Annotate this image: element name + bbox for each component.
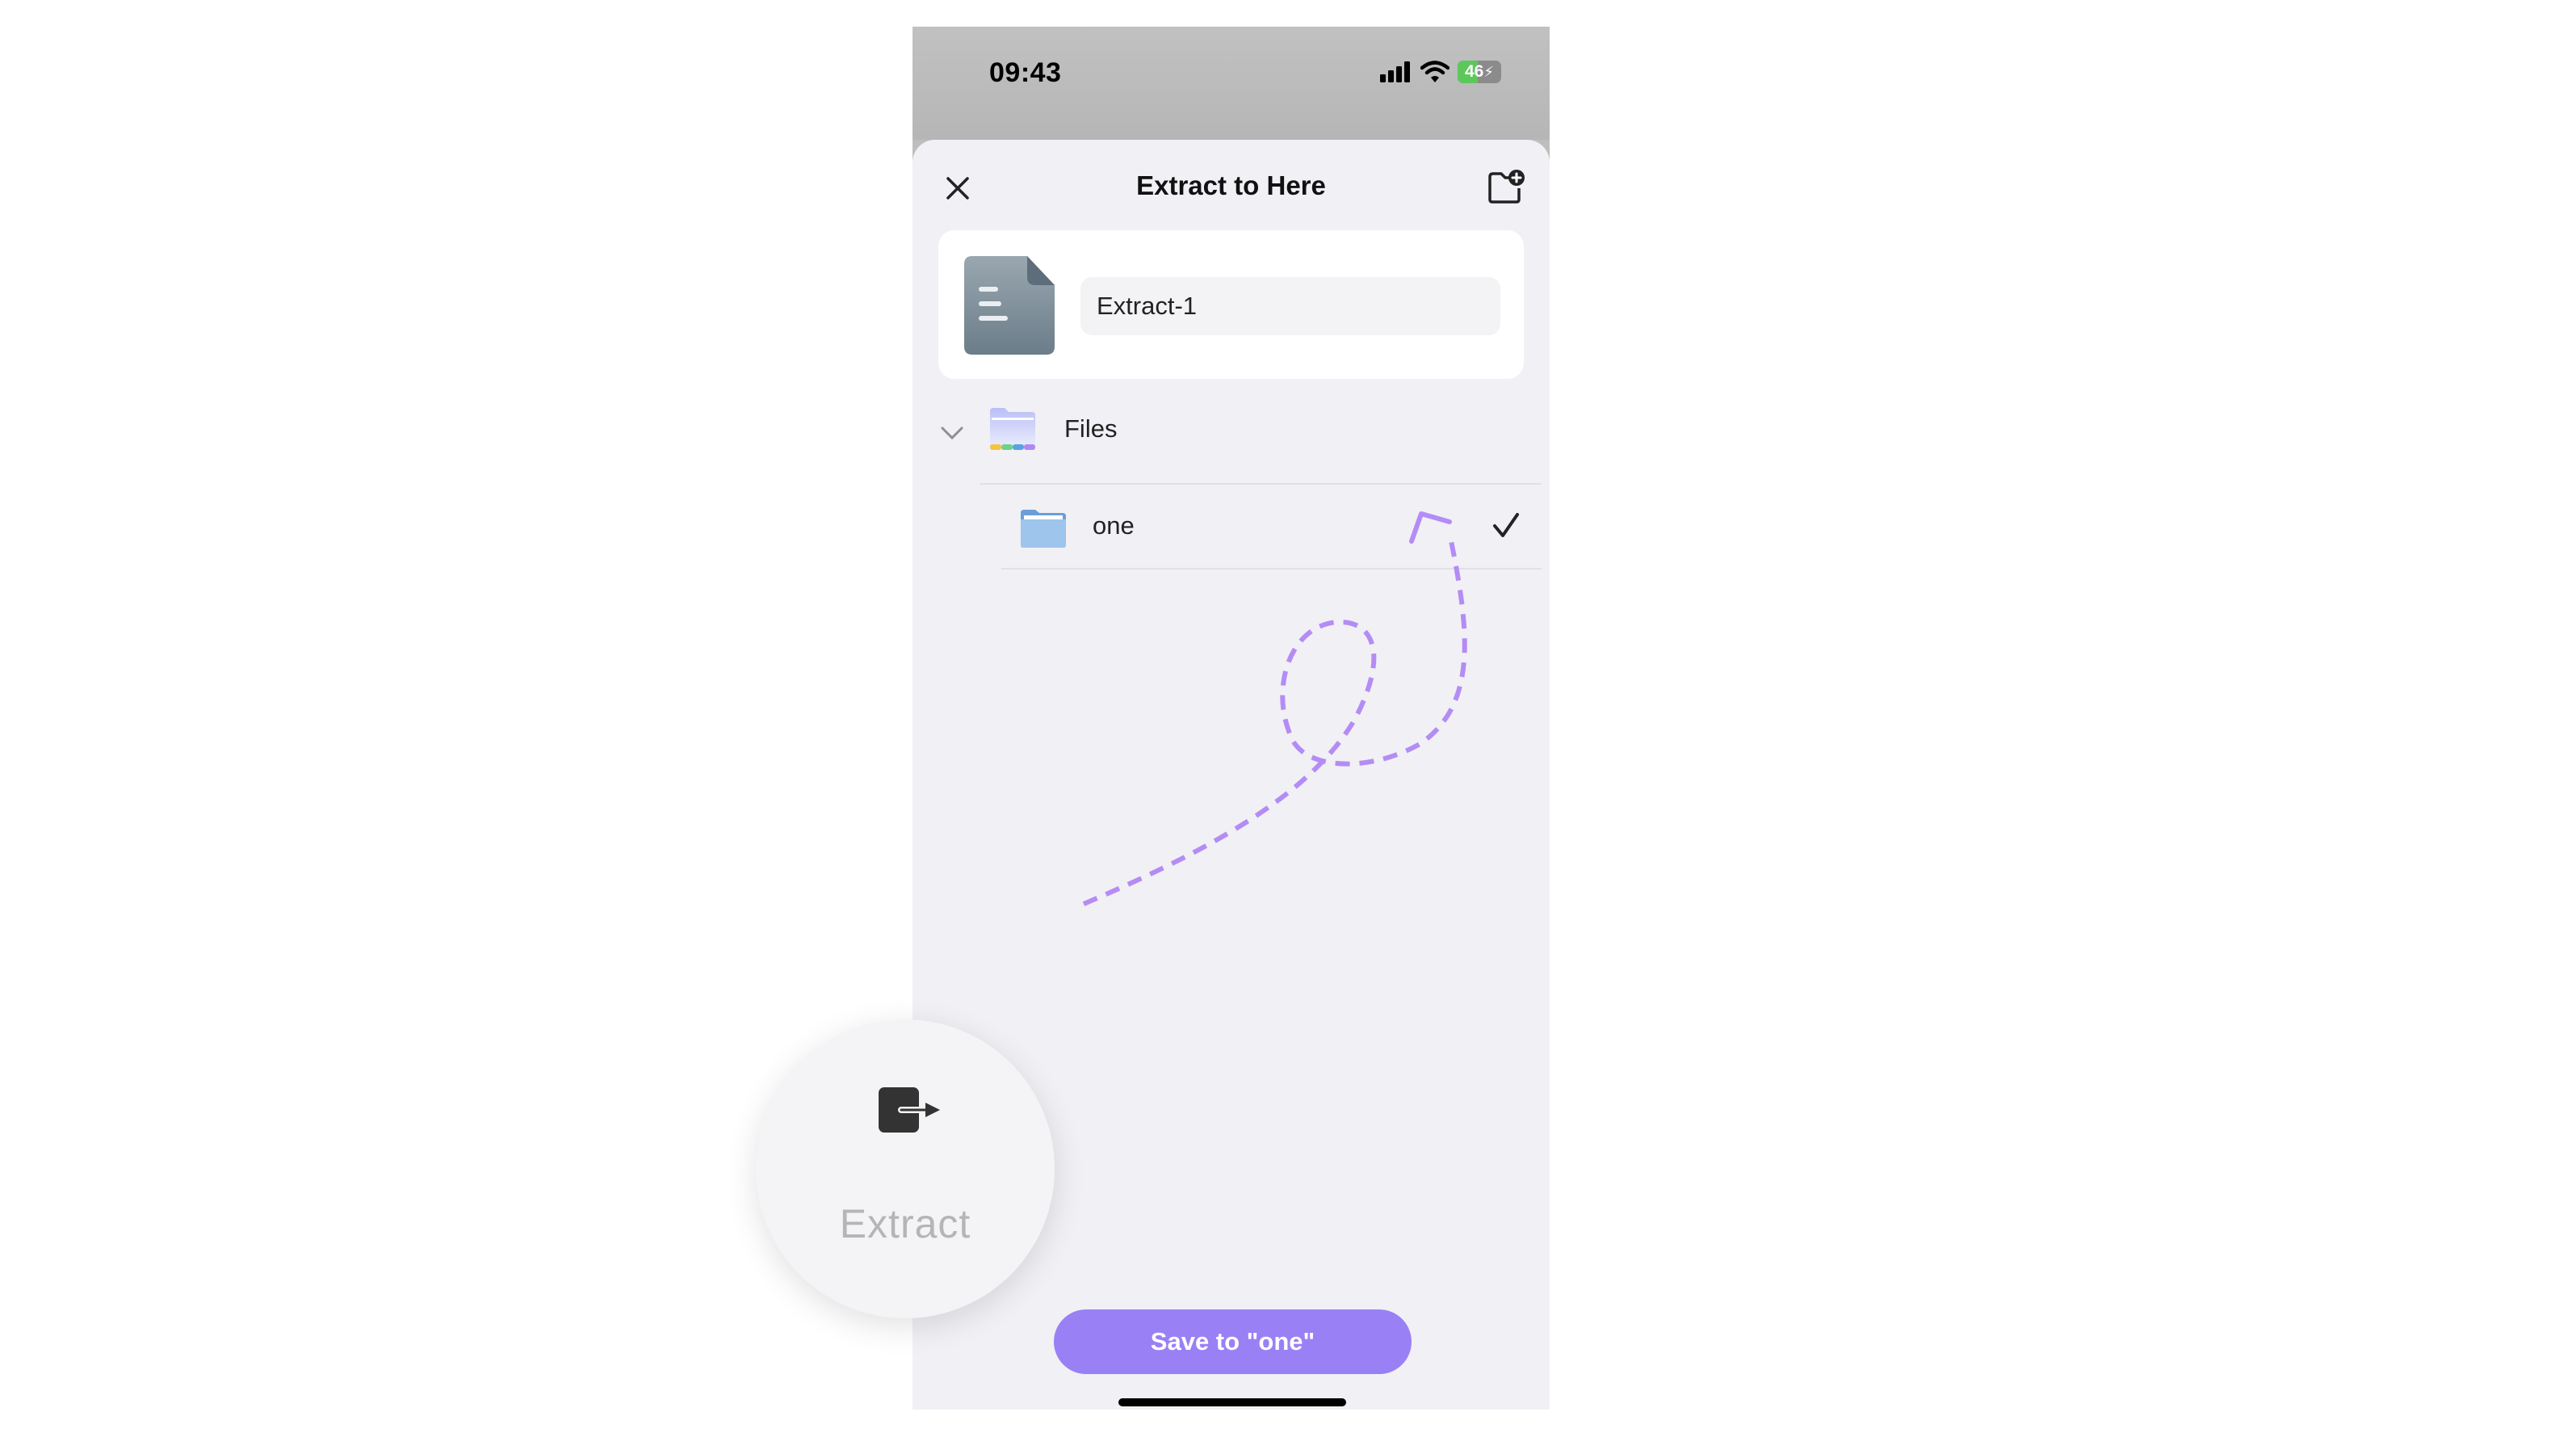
wifi-icon — [1420, 61, 1450, 82]
signal-icon — [1380, 61, 1410, 82]
save-button[interactable]: Save to "one" — [1054, 1309, 1412, 1374]
home-indicator — [1118, 1398, 1346, 1406]
extract-label: Extract — [839, 1201, 971, 1246]
folder-icon — [1021, 510, 1066, 548]
name-card — [938, 230, 1524, 379]
status-bar: 09:43 46 ⚡ — [913, 27, 1550, 140]
chevron-down-icon[interactable] — [940, 424, 964, 442]
file-name-input[interactable] — [1080, 277, 1500, 335]
new-folder-icon[interactable] — [1487, 169, 1525, 206]
files-label: Files — [1064, 414, 1118, 443]
files-folder-icon — [990, 408, 1035, 450]
extract-callout[interactable]: Extract — [756, 1019, 1055, 1318]
tree-item-one[interactable]: one — [913, 487, 1550, 568]
status-icons: 46 ⚡ — [1380, 61, 1501, 83]
document-icon — [964, 256, 1055, 355]
folder-label-one: one — [1093, 511, 1135, 540]
tree-item-files[interactable]: Files — [913, 400, 1550, 473]
charging-bolt-icon: ⚡ — [1483, 63, 1494, 80]
checkmark-icon — [1493, 513, 1519, 537]
extract-icon — [879, 1087, 940, 1133]
battery-charging-icon: 46 ⚡ — [1458, 61, 1501, 83]
status-time: 09:43 — [989, 57, 1062, 88]
divider — [980, 483, 1542, 485]
sheet-title: Extract to Here — [1136, 170, 1326, 200]
divider — [1001, 568, 1542, 569]
battery-level: 46 — [1465, 62, 1484, 81]
